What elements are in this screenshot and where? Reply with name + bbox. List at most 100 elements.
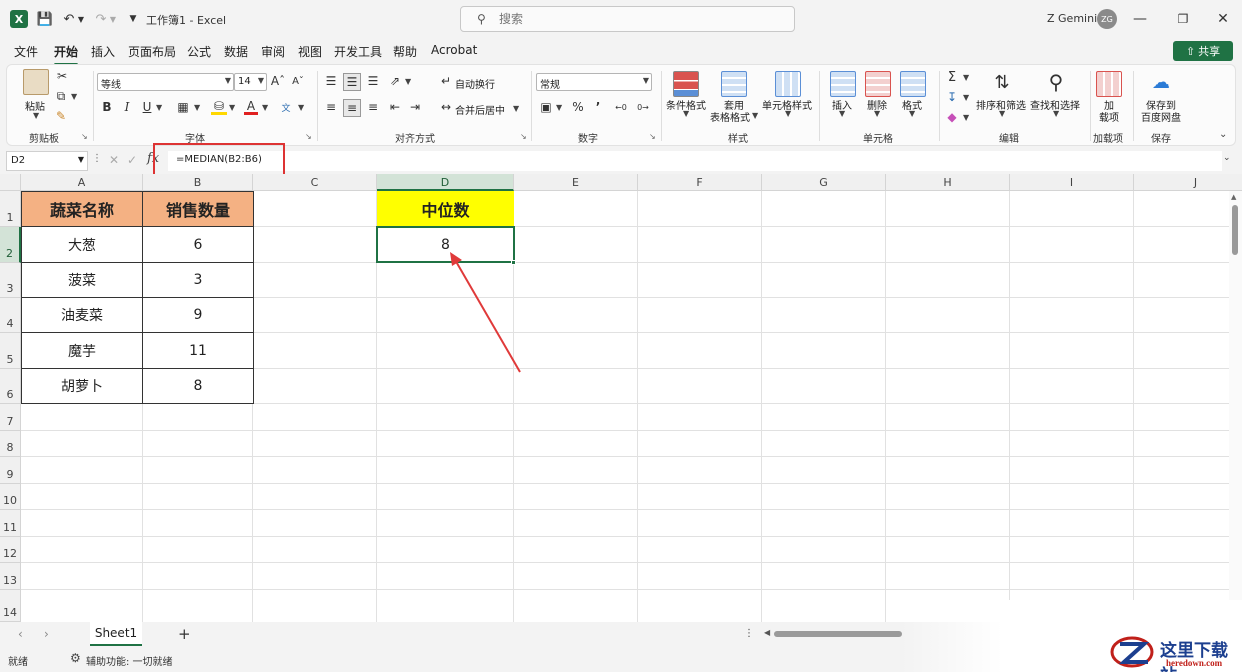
horizontal-scroll-thumb[interactable] [774,631,902,637]
save-baidu-label-2[interactable]: 百度网盘 [1141,109,1181,124]
border-dropdown-icon[interactable]: ▼ [194,103,200,112]
table-cell-name[interactable]: 菠菜 [21,262,143,298]
number-launcher-icon[interactable]: ↘ [649,132,656,141]
row-header-9[interactable]: 9 [0,457,21,484]
clear-icon[interactable]: ◆ [945,109,959,125]
clear-dropdown-icon[interactable]: ▼ [963,113,969,122]
header-cell-vegetable-name[interactable]: 蔬菜名称 [21,191,143,227]
search-input[interactable] [499,11,779,27]
percent-icon[interactable]: % [570,99,586,115]
column-header-i[interactable]: I [1010,174,1134,191]
fill-dropdown-icon[interactable]: ▼ [963,93,969,102]
comma-style-icon[interactable]: ’ [592,99,604,115]
addins-label-2[interactable]: 载项 [1099,109,1119,124]
name-box[interactable]: D2 ▼ [6,151,88,171]
scroll-left-icon[interactable]: ◀ [764,628,770,637]
delete-cells-icon[interactable] [865,71,891,97]
phonetic-icon[interactable]: 文 [278,99,294,115]
row-header-5[interactable]: 5 [0,333,21,369]
expand-formula-bar-icon[interactable]: ⌄ [1223,153,1231,163]
table-cell-quantity[interactable]: 6 [142,226,254,263]
conditional-format-dropdown-icon[interactable]: ▼ [683,109,689,118]
baidu-cloud-icon[interactable]: ☁ [1147,69,1175,95]
next-sheet-icon[interactable]: › [44,627,49,641]
format-as-table-icon[interactable] [721,71,747,97]
row-header-4[interactable]: 4 [0,298,21,333]
format-as-table-label-2[interactable]: 表格格式 [710,109,750,124]
tab-acrobat[interactable]: Acrobat [431,43,477,57]
autosum-icon[interactable]: Σ [945,69,959,85]
align-bottom-icon[interactable]: ☰ [365,73,381,89]
table-cell-quantity[interactable]: 3 [142,262,254,298]
tab-insert[interactable]: 插入 [91,43,115,60]
font-color-dropdown-icon[interactable]: ▼ [262,103,268,112]
column-header-b[interactable]: B [143,174,253,191]
bold-button[interactable]: B [100,99,114,115]
accessibility-icon[interactable]: ⚙ [70,651,81,665]
wrap-text-label[interactable]: 自动换行 [455,76,495,91]
prev-sheet-icon[interactable]: ‹ [18,627,23,641]
paste-dropdown-icon[interactable]: ▼ [33,111,39,120]
collapse-ribbon-icon[interactable]: ⌄ [1219,129,1227,140]
sheet-tab-sheet1[interactable]: Sheet1 [90,622,142,646]
cell-styles-icon[interactable] [775,71,801,97]
paste-icon[interactable] [23,69,49,95]
row-header-12[interactable]: 12 [0,537,21,563]
horizontal-scrollbar[interactable]: ◀ [764,628,904,640]
delete-dropdown-icon[interactable]: ▼ [874,109,880,118]
accessibility-status[interactable]: 辅助功能: 一切就绪 [86,653,173,668]
tab-page-layout[interactable]: 页面布局 [128,43,176,60]
copy-icon[interactable]: ⧉ [53,89,69,103]
avatar[interactable]: ZG [1097,9,1117,29]
cancel-icon[interactable]: ✕ [109,153,119,167]
insert-dropdown-icon[interactable]: ▼ [839,109,845,118]
merge-center-icon[interactable]: ↔ [439,99,453,115]
vertical-scrollbar[interactable]: ▲ [1229,191,1242,622]
table-cell-quantity[interactable]: 8 [142,368,254,404]
tab-data[interactable]: 数据 [224,43,248,60]
fill-icon[interactable]: ↧ [945,89,959,105]
tab-help[interactable]: 帮助 [393,43,417,60]
restore-button[interactable]: ❐ [1171,8,1195,30]
vertical-scroll-thumb[interactable] [1232,205,1238,255]
row-header-3[interactable]: 3 [0,263,21,298]
row-header-10[interactable]: 10 [0,484,21,510]
column-header-g[interactable]: G [762,174,886,191]
merge-center-label[interactable]: 合并后居中 [455,102,505,117]
tab-view[interactable]: 视图 [298,43,322,60]
accounting-format-icon[interactable]: ▣ [538,99,554,115]
find-select-dropdown-icon[interactable]: ▼ [1053,109,1059,118]
table-cell-name[interactable]: 油麦菜 [21,297,143,333]
addins-icon[interactable] [1096,71,1122,97]
conditional-format-icon[interactable] [673,71,699,97]
accounting-dropdown-icon[interactable]: ▼ [556,103,562,112]
sort-filter-dropdown-icon[interactable]: ▼ [999,109,1005,118]
close-button[interactable]: ✕ [1211,8,1235,30]
fill-color-icon[interactable]: ⛁ [211,99,227,115]
number-format-select[interactable]: 常规 ▼ [536,73,652,91]
align-top-icon[interactable]: ☰ [323,73,339,89]
row-header-8[interactable]: 8 [0,431,21,457]
column-header-c[interactable]: C [253,174,377,191]
format-as-table-dropdown-icon[interactable]: ▼ [752,111,758,120]
column-header-j[interactable]: J [1134,174,1242,191]
worksheet-grid[interactable]: A B C D E F G H I J 1 2 3 4 5 6 7 8 9 10… [0,174,1242,622]
align-right-icon[interactable]: ≡ [365,99,381,115]
table-cell-name[interactable]: 胡萝卜 [21,368,143,404]
table-cell-quantity[interactable]: 9 [142,297,254,333]
decrease-indent-icon[interactable]: ⇤ [387,99,403,115]
table-cell-name[interactable]: 魔芋 [21,332,143,369]
tab-formulas[interactable]: 公式 [187,43,211,60]
cell-styles-dropdown-icon[interactable]: ▼ [785,109,791,118]
increase-indent-icon[interactable]: ⇥ [407,99,423,115]
column-header-e[interactable]: E [514,174,638,191]
undo-dropdown-icon[interactable]: ▼ [76,10,86,28]
merge-dropdown-icon[interactable]: ▼ [513,104,519,113]
row-header-14[interactable]: 14 [0,590,21,622]
tab-file[interactable]: 文件 [14,43,38,60]
align-center-icon[interactable]: ≡ [343,99,361,117]
italic-button[interactable]: I [120,99,134,115]
row-header-13[interactable]: 13 [0,563,21,590]
decrease-decimal-icon[interactable]: 0→ [634,99,652,115]
table-cell-name[interactable]: 大葱 [21,226,143,263]
